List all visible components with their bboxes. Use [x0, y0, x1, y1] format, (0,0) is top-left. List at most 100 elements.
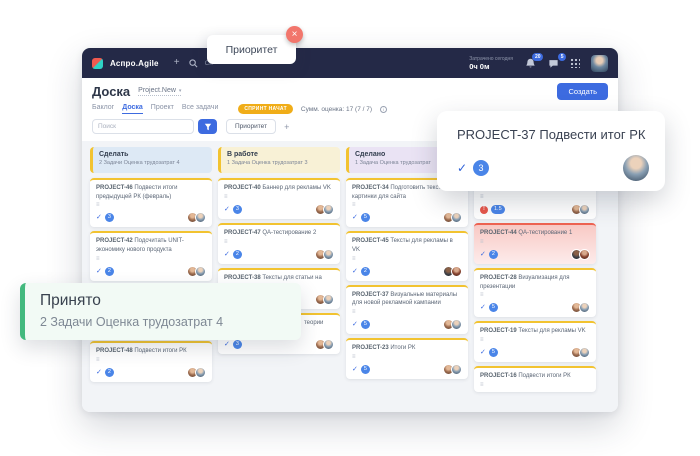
- avatar-group: [315, 294, 334, 305]
- card-footer: ✓ 2: [352, 266, 462, 277]
- task-card[interactable]: PROJECT-47 QA-тестирование 2 ≡ ✓ 2: [218, 223, 340, 264]
- app-logo-icon: [92, 58, 103, 69]
- card-title: PROJECT-28 Визуализация для презентации: [480, 274, 590, 291]
- column-meta: 1 Задача Оценка трудозатрат 3: [227, 160, 334, 166]
- page-title: Доска: [92, 84, 130, 99]
- check-icon: ✓: [96, 369, 102, 376]
- avatar: [195, 367, 206, 378]
- card-code: PROJECT-45: [352, 238, 389, 244]
- check-icon: ✓: [352, 268, 358, 275]
- description-icon: ≡: [224, 194, 334, 200]
- add-filter-icon[interactable]: +: [284, 122, 289, 132]
- info-icon[interactable]: i: [380, 106, 387, 113]
- avatar-group: [571, 302, 590, 313]
- description-icon: ≡: [480, 292, 590, 298]
- description-icon: ≡: [352, 354, 462, 360]
- project-select[interactable]: Project.New ▾: [138, 87, 181, 96]
- priority-filter-chip[interactable]: Приоритет: [226, 119, 276, 134]
- task-card-callout[interactable]: PROJECT-37 Подвести итог РК ✓ 3: [437, 111, 665, 191]
- messages-icon[interactable]: 5: [547, 57, 559, 69]
- tab-Проект[interactable]: Проект: [151, 104, 174, 114]
- project-select-value: Project.New: [138, 87, 176, 94]
- avatar-group: [315, 339, 334, 350]
- description-icon: ≡: [480, 382, 590, 388]
- estimate-badge: 5: [489, 348, 498, 357]
- task-card[interactable]: PROJECT-23 Итоги РК ≡ ✓ 5: [346, 338, 468, 379]
- accepted-column-meta: 2 Задачи Оценка трудозатрат 4: [40, 315, 301, 329]
- avatar-group: [571, 249, 590, 260]
- column-title: Сделать: [99, 151, 206, 158]
- sprint-status-badge: СПРИНТ НАЧАТ: [238, 104, 293, 114]
- close-icon[interactable]: ×: [286, 26, 303, 43]
- card-title: PROJECT-48 Подвести итоги РК: [96, 347, 206, 356]
- card-title-text: QA-тестирование 1: [517, 230, 573, 236]
- avatar-group: [443, 364, 462, 375]
- card-title: PROJECT-40 Баннер для рекламы VK: [224, 184, 334, 193]
- avatar: [323, 339, 334, 350]
- card-title: PROJECT-45 Тексты для рекламы в VK: [352, 237, 462, 254]
- task-card[interactable]: PROJECT-44 QA-тестирование 1 ≡ ✓ 2: [474, 223, 596, 264]
- card-code: PROJECT-47: [224, 230, 261, 236]
- task-card[interactable]: PROJECT-40 Баннер для рекламы VK ≡ ✓ 3: [218, 178, 340, 219]
- task-card[interactable]: PROJECT-19 Тексты для рекламы VK ≡ ✓ 5: [474, 321, 596, 362]
- avatar-group: [187, 367, 206, 378]
- avatar-group: [187, 212, 206, 223]
- avatar: [451, 266, 462, 277]
- estimate-badge: 2: [361, 267, 370, 276]
- card-footer: ✓ 3: [96, 212, 206, 223]
- estimate-badge: 3: [473, 160, 489, 176]
- avatar: [451, 319, 462, 330]
- task-card[interactable]: PROJECT-46 Подвести итоги предыдущей РК …: [90, 178, 212, 227]
- card-code: PROJECT-46: [96, 185, 133, 191]
- avatar-group: [571, 204, 590, 215]
- card-title: PROJECT-38 Тексты для статьи на: [224, 274, 334, 283]
- avatar-group: [443, 319, 462, 330]
- card-title-text: Итоги РК: [389, 345, 416, 351]
- description-icon: ≡: [96, 256, 206, 262]
- tab-Доска[interactable]: Доска: [122, 104, 143, 114]
- avatar: [323, 294, 334, 305]
- card-code: PROJECT-34: [352, 185, 389, 191]
- apps-grid-icon[interactable]: [570, 58, 580, 68]
- task-card[interactable]: PROJECT-37 Визуальные материалы для ново…: [346, 285, 468, 334]
- card-title: PROJECT-44 QA-тестирование 1: [480, 229, 590, 238]
- avatar-group: [443, 212, 462, 223]
- card-code: PROJECT-40: [224, 185, 261, 191]
- check-icon: ✓: [96, 214, 102, 221]
- priority-tooltip: Приоритет ×: [207, 35, 296, 64]
- check-icon: ✓: [224, 341, 230, 348]
- card-footer: ✓ 5: [480, 347, 590, 358]
- avatar: [579, 347, 590, 358]
- filter-button[interactable]: [198, 119, 217, 134]
- column-header[interactable]: В работе 1 Задача Оценка трудозатрат 3: [218, 147, 340, 173]
- task-card[interactable]: PROJECT-45 Тексты для рекламы в VK ≡ ✓ 2: [346, 231, 468, 280]
- callout-card-title: PROJECT-37 Подвести итог РК: [457, 127, 649, 142]
- search-icon[interactable]: [189, 59, 198, 68]
- alarm-icon: !: [480, 206, 488, 214]
- column-header[interactable]: Сделать 2 Задачи Оценка трудозатрат 4: [90, 147, 212, 173]
- description-icon: ≡: [480, 337, 590, 343]
- card-code: PROJECT-28: [480, 275, 517, 281]
- search-input[interactable]: [98, 123, 188, 130]
- user-avatar[interactable]: [591, 55, 608, 72]
- app-logo-text: Аспро.Agile: [110, 59, 159, 68]
- card-code: PROJECT-38: [224, 275, 261, 281]
- create-button[interactable]: Создать: [557, 83, 608, 100]
- column-title: В работе: [227, 151, 334, 158]
- card-footer: ✓ 5: [480, 302, 590, 313]
- description-icon: ≡: [480, 239, 590, 245]
- task-card[interactable]: PROJECT-42 Подсчитать UNIT-экономику нов…: [90, 231, 212, 280]
- tab-Баклог[interactable]: Баклог: [92, 104, 114, 114]
- task-card[interactable]: PROJECT-48 Подвести итоги РК ≡ ✓ 2: [90, 341, 212, 382]
- chevron-down-icon: ▾: [179, 88, 182, 94]
- card-title-text: QA-тестирование 2: [261, 230, 317, 236]
- task-card[interactable]: PROJECT-28 Визуализация для презентации …: [474, 268, 596, 317]
- avatar-group: [571, 347, 590, 358]
- estimate-badge: 2: [105, 267, 114, 276]
- add-icon[interactable]: +: [174, 58, 180, 68]
- notifications-bell-icon[interactable]: 20: [524, 57, 536, 69]
- task-card[interactable]: PROJECT-16 Подвести итоги РК ≡: [474, 366, 596, 392]
- estimate-badge: 5: [361, 365, 370, 374]
- tab-Все задачи[interactable]: Все задачи: [182, 104, 219, 114]
- card-code: PROJECT-44: [480, 230, 517, 236]
